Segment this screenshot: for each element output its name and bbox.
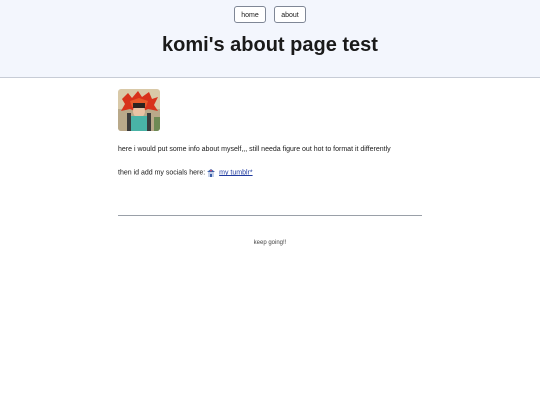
home-button[interactable]: home (234, 6, 266, 23)
socials-prefix: then id add my socials here: (118, 169, 206, 177)
tumblr-link[interactable]: my tumblr* (219, 169, 252, 176)
nav-bar: home about (0, 6, 540, 23)
tumblr-house-icon (206, 168, 216, 177)
main-content: here i would put some info about myself,… (118, 89, 422, 177)
page-header: home about komi's about page test (0, 0, 540, 78)
socials-line: then id add my socials here: my tumblr* (118, 168, 253, 177)
about-button[interactable]: about (274, 6, 306, 23)
divider (118, 215, 422, 216)
avatar (118, 89, 160, 131)
page-title: komi's about page test (162, 34, 378, 56)
intro-text: here i would put some info about myself,… (118, 146, 391, 153)
footer-text: keep going!! (253, 240, 287, 246)
avatar-image (118, 89, 160, 131)
